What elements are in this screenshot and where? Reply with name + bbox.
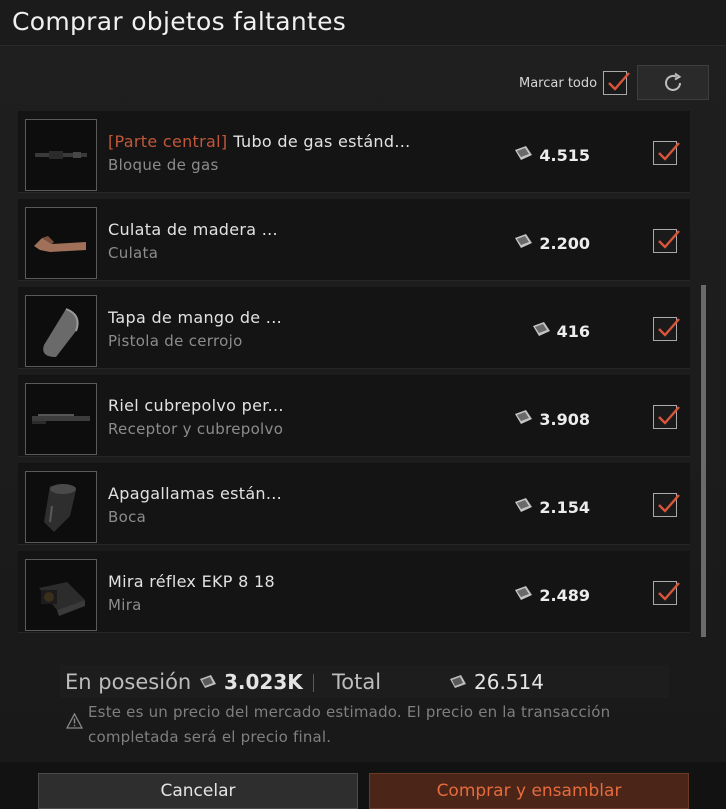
item-row[interactable]: Riel cubrepolvo per... Receptor y cubrepo… <box>18 375 690 457</box>
item-price: 2.489 <box>514 585 590 605</box>
rouble-icon <box>514 497 533 517</box>
item-checkbox[interactable] <box>653 493 680 517</box>
item-price-value: 2.489 <box>539 585 590 605</box>
rouble-icon <box>449 674 467 694</box>
item-name: Tapa de mango de ... <box>108 308 282 327</box>
owned-label: En posesión <box>65 670 192 694</box>
item-category: Mira <box>108 596 142 614</box>
item-price: 2.154 <box>514 497 590 517</box>
item-category: Receptor y cubrepolvo <box>108 420 284 438</box>
warning-icon <box>65 712 84 733</box>
item-row[interactable]: [Parte central] Tubo de gas estánd... Bloq… <box>18 111 690 193</box>
summary-divider <box>313 674 314 692</box>
item-title: Riel cubrepolvo per... <box>108 396 284 415</box>
item-category: Culata <box>108 244 159 262</box>
rouble-icon <box>199 674 217 694</box>
item-price: 3.908 <box>514 409 590 429</box>
item-name: Mira réflex EKP 8 18 <box>108 572 275 591</box>
dialog-title: Comprar objetos faltantes <box>12 7 347 36</box>
buy-and-assemble-button[interactable]: Comprar y ensamblar <box>369 773 689 809</box>
refresh-icon <box>665 72 682 91</box>
total-value: 26.514 <box>474 670 544 694</box>
item-checkbox[interactable] <box>653 229 680 253</box>
rouble-icon <box>532 321 551 341</box>
gas-tube-icon <box>25 119 97 191</box>
grip-cap-icon <box>25 295 97 367</box>
scrollbar[interactable] <box>701 285 706 637</box>
item-category: Bloque de gas <box>108 156 219 174</box>
refresh-button[interactable] <box>637 65 709 100</box>
mark-all-control[interactable]: Marcar todo <box>519 71 630 95</box>
check-icon <box>658 142 680 161</box>
rouble-icon <box>514 409 533 429</box>
check-icon <box>658 230 680 249</box>
item-checkbox[interactable] <box>653 317 680 341</box>
item-name: Riel cubrepolvo per... <box>108 396 284 415</box>
dust-cover-rail-icon <box>25 383 97 455</box>
owned-value: 3.023K <box>224 670 303 694</box>
check-icon <box>658 494 680 513</box>
item-price-value: 3.908 <box>539 409 590 429</box>
item-category: Boca <box>108 508 147 526</box>
item-row[interactable]: Mira réflex EKP 8 18 Mira 2.489 <box>18 551 690 633</box>
item-checkbox[interactable] <box>653 581 680 605</box>
item-name: Culata de madera ... <box>108 220 278 239</box>
item-price-value: 4.515 <box>539 145 590 165</box>
item-title: Culata de madera ... <box>108 220 278 239</box>
price-notice: Este es un precio del mercado estimado. … <box>88 703 611 746</box>
item-price: 416 <box>532 321 590 341</box>
item-name: [Parte central] Tubo de gas estánd... <box>108 132 411 151</box>
total-label: Total <box>332 670 382 694</box>
item-category: Pistola de cerrojo <box>108 332 243 350</box>
item-checkbox[interactable] <box>653 405 680 429</box>
item-prefix: [Parte central] <box>108 132 228 151</box>
item-price: 4.515 <box>514 145 590 165</box>
item-row[interactable]: Tapa de mango de ... Pistola de cerrojo 41… <box>18 287 690 369</box>
item-checkbox[interactable] <box>653 141 680 165</box>
mark-all-checkbox[interactable] <box>603 71 630 95</box>
items-list: [Parte central] Tubo de gas estánd... Bloq… <box>18 111 692 637</box>
cancel-button[interactable]: Cancelar <box>38 773 358 809</box>
wooden-stock-icon <box>25 207 97 279</box>
item-price-value: 2.154 <box>539 497 590 517</box>
item-title: Apagallamas están... <box>108 484 283 503</box>
check-icon <box>658 318 680 337</box>
item-price-value: 416 <box>556 321 590 341</box>
item-title: Mira réflex EKP 8 18 <box>108 572 275 591</box>
item-name: Apagallamas están... <box>108 484 282 503</box>
item-title: Tubo de gas estánd... <box>233 132 411 151</box>
item-title: Tapa de mango de ... <box>108 308 282 327</box>
rouble-icon <box>514 585 533 605</box>
check-icon <box>608 72 630 91</box>
title-bar: Comprar objetos faltantes <box>0 0 726 46</box>
rouble-icon <box>514 233 533 253</box>
check-icon <box>658 406 680 425</box>
mark-all-label: Marcar todo <box>519 75 598 91</box>
reflex-sight-icon <box>25 559 97 631</box>
rouble-icon <box>514 145 533 165</box>
flash-hider-icon <box>25 471 97 543</box>
item-price: 2.200 <box>514 233 590 253</box>
item-row[interactable]: Culata de madera ... Culata 2.200 <box>18 199 690 281</box>
summary-bar: En posesión 3.023K Total 26.514 <box>60 665 669 698</box>
item-price-value: 2.200 <box>539 233 590 253</box>
item-row[interactable]: Apagallamas están... Boca 2.154 <box>18 463 690 545</box>
check-icon <box>658 582 680 601</box>
